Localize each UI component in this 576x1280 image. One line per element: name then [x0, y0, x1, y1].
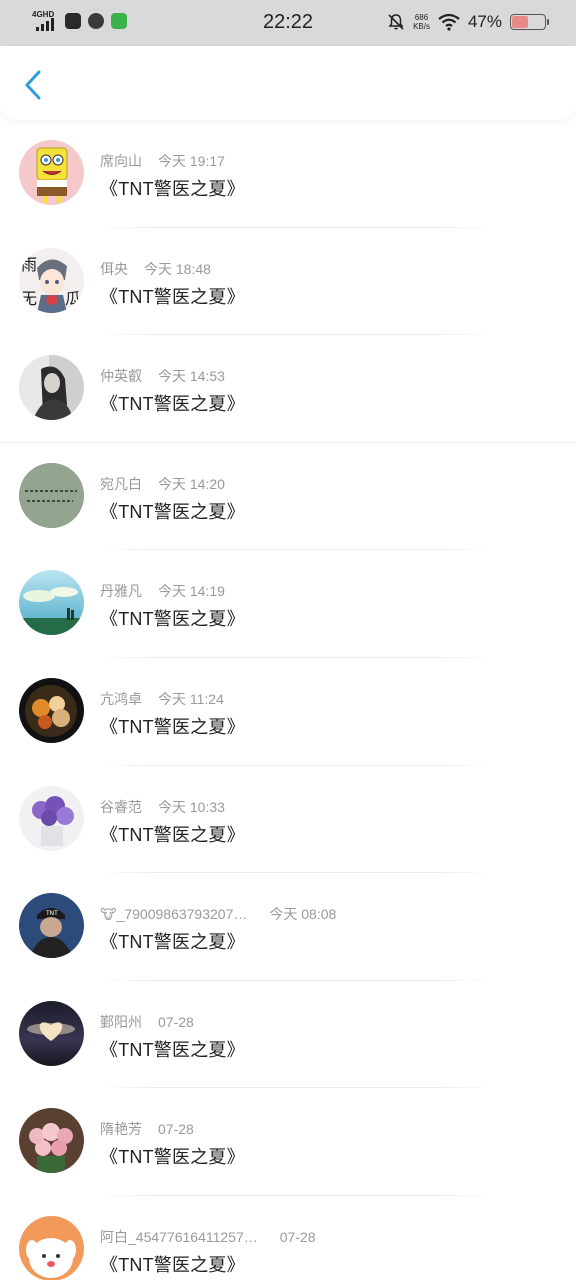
user-name: 丹雅凡: [100, 583, 142, 600]
back-button[interactable]: [18, 68, 48, 102]
timestamp: 07-28: [158, 1013, 194, 1030]
nav-bar: [0, 46, 576, 120]
list-item[interactable]: 阿白_45477616411257… 07-28 《TNT警医之夏》: [0, 1196, 576, 1280]
item-title: 《TNT警医之夏》: [100, 179, 245, 199]
svg-text:无: 无: [21, 289, 37, 308]
user-name: 鄞阳州: [100, 1013, 142, 1030]
item-title: 《TNT警医之夏》: [100, 824, 245, 845]
user-name: 亢鸿卓: [100, 690, 142, 707]
avatar[interactable]: [19, 570, 84, 636]
battery-percent: 47%: [467, 12, 502, 31]
avatar[interactable]: [19, 677, 84, 743]
user-name: 席向山: [100, 153, 142, 169]
status-bar: 4GHD 22:22 686 KB/s 47%: [0, 0, 576, 46]
mute-bell-icon: [388, 14, 404, 30]
item-title: 《TNT警医之夏》: [100, 286, 245, 307]
list-item[interactable]: 谷睿范 今天 10:33 《TNT警医之夏》: [0, 766, 576, 874]
avatar[interactable]: [19, 355, 84, 421]
item-meta: 仲英叡 今天 14:53: [100, 366, 225, 386]
item-title: 《TNT警医之夏》: [100, 1039, 245, 1060]
avatar[interactable]: [19, 462, 84, 528]
item-meta: 席向山 今天 19:17: [100, 151, 225, 171]
timestamp: 07-28: [279, 1228, 316, 1245]
timestamp: 今天 11:24: [158, 690, 224, 707]
item-meta: 隋艳芳 07-28: [100, 1119, 194, 1139]
item-title: 《TNT警医之夏》: [100, 1254, 245, 1275]
item-title: 《TNT警医之夏》: [100, 394, 245, 415]
list-item[interactable]: 隋艳芳 07-28 《TNT警医之夏》: [0, 1088, 576, 1196]
svg-text:瓜: 瓜: [65, 289, 81, 308]
avatar[interactable]: [19, 1108, 84, 1174]
avatar[interactable]: TNT: [19, 893, 84, 959]
item-title: 《TNT警医之夏》: [100, 932, 245, 953]
user-name: 隋艳芳: [100, 1121, 142, 1138]
avatar[interactable]: 雨 无 瓜: [19, 247, 84, 313]
user-name: 谷睿范: [100, 798, 142, 815]
timestamp: 今天 14:20: [158, 475, 225, 492]
item-meta: 亢鸿卓 今天 11:24: [100, 689, 224, 709]
status-right: 686 KB/s 47%: [387, 12, 549, 32]
comment-list: 席向山 今天 19:17 《TNT警医之夏》 雨 无 瓜 佴央 今天 18:48…: [0, 120, 576, 1280]
net-speed-unit: KB/s: [413, 22, 430, 31]
net-speed: 686 KB/s: [413, 13, 430, 31]
list-item[interactable]: 丹雅凡 今天 14:19 《TNT警医之夏》: [0, 550, 576, 658]
item-meta: 谷睿范 今天 10:33: [100, 797, 225, 817]
item-title: 《TNT警医之夏》: [100, 1147, 245, 1168]
timestamp: 07-28: [158, 1121, 194, 1138]
timestamp: 今天 08:08: [269, 906, 337, 923]
user-name: 佴央: [100, 260, 128, 277]
item-title: 《TNT警医之夏》: [100, 609, 245, 630]
list-item[interactable]: 席向山 今天 19:17 《TNT警医之夏》: [0, 120, 576, 228]
wifi-icon: [438, 13, 460, 31]
list-item[interactable]: TNT 🐮_79009863793207… 今天 08:08 《TNT警医之夏》: [0, 873, 576, 981]
svg-text:雨: 雨: [21, 255, 37, 274]
list-item[interactable]: 鄞阳州 07-28 《TNT警医之夏》: [0, 981, 576, 1089]
avatar[interactable]: [19, 785, 84, 851]
timestamp: 今天 18:48: [144, 260, 211, 277]
item-meta: 宛凡白 今天 14:20: [100, 474, 225, 494]
timestamp: 今天 14:19: [158, 583, 225, 600]
net-speed-value: 686: [414, 13, 429, 22]
timestamp: 今天 14:53: [158, 368, 225, 385]
list-item[interactable]: 雨 无 瓜 佴央 今天 18:48 《TNT警医之夏》: [0, 228, 576, 336]
item-meta: 丹雅凡 今天 14:19: [100, 581, 225, 601]
item-title: 《TNT警医之夏》: [100, 716, 245, 737]
avatar[interactable]: [19, 1215, 84, 1280]
chevron-left-icon: [25, 70, 41, 100]
item-meta: 🐮_79009863793207… 今天 08:08: [100, 904, 336, 924]
list-item[interactable]: 宛凡白 今天 14:20 《TNT警医之夏》: [0, 443, 576, 551]
avatar[interactable]: [19, 140, 84, 205]
item-meta: 阿白_45477616411257… 07-28: [100, 1227, 316, 1247]
battery-icon: [510, 14, 549, 30]
user-name: 阿白_45477616411257…: [100, 1228, 258, 1245]
user-name: 🐮_79009863793207…: [100, 905, 248, 922]
avatar[interactable]: [19, 1000, 84, 1066]
timestamp: 今天 19:17: [158, 153, 225, 169]
timestamp: 今天 10:33: [158, 798, 225, 815]
list-item[interactable]: 仲英叡 今天 14:53 《TNT警医之夏》: [0, 335, 576, 443]
user-name: 宛凡白: [100, 475, 142, 492]
user-name: 仲英叡: [100, 368, 142, 385]
item-meta: 佴央 今天 18:48: [100, 259, 211, 279]
list-item[interactable]: 亢鸿卓 今天 11:24 《TNT警医之夏》: [0, 658, 576, 766]
item-title: 《TNT警医之夏》: [100, 501, 245, 522]
svg-text:TNT: TNT: [45, 910, 58, 917]
item-meta: 鄞阳州 07-28: [100, 1012, 194, 1032]
